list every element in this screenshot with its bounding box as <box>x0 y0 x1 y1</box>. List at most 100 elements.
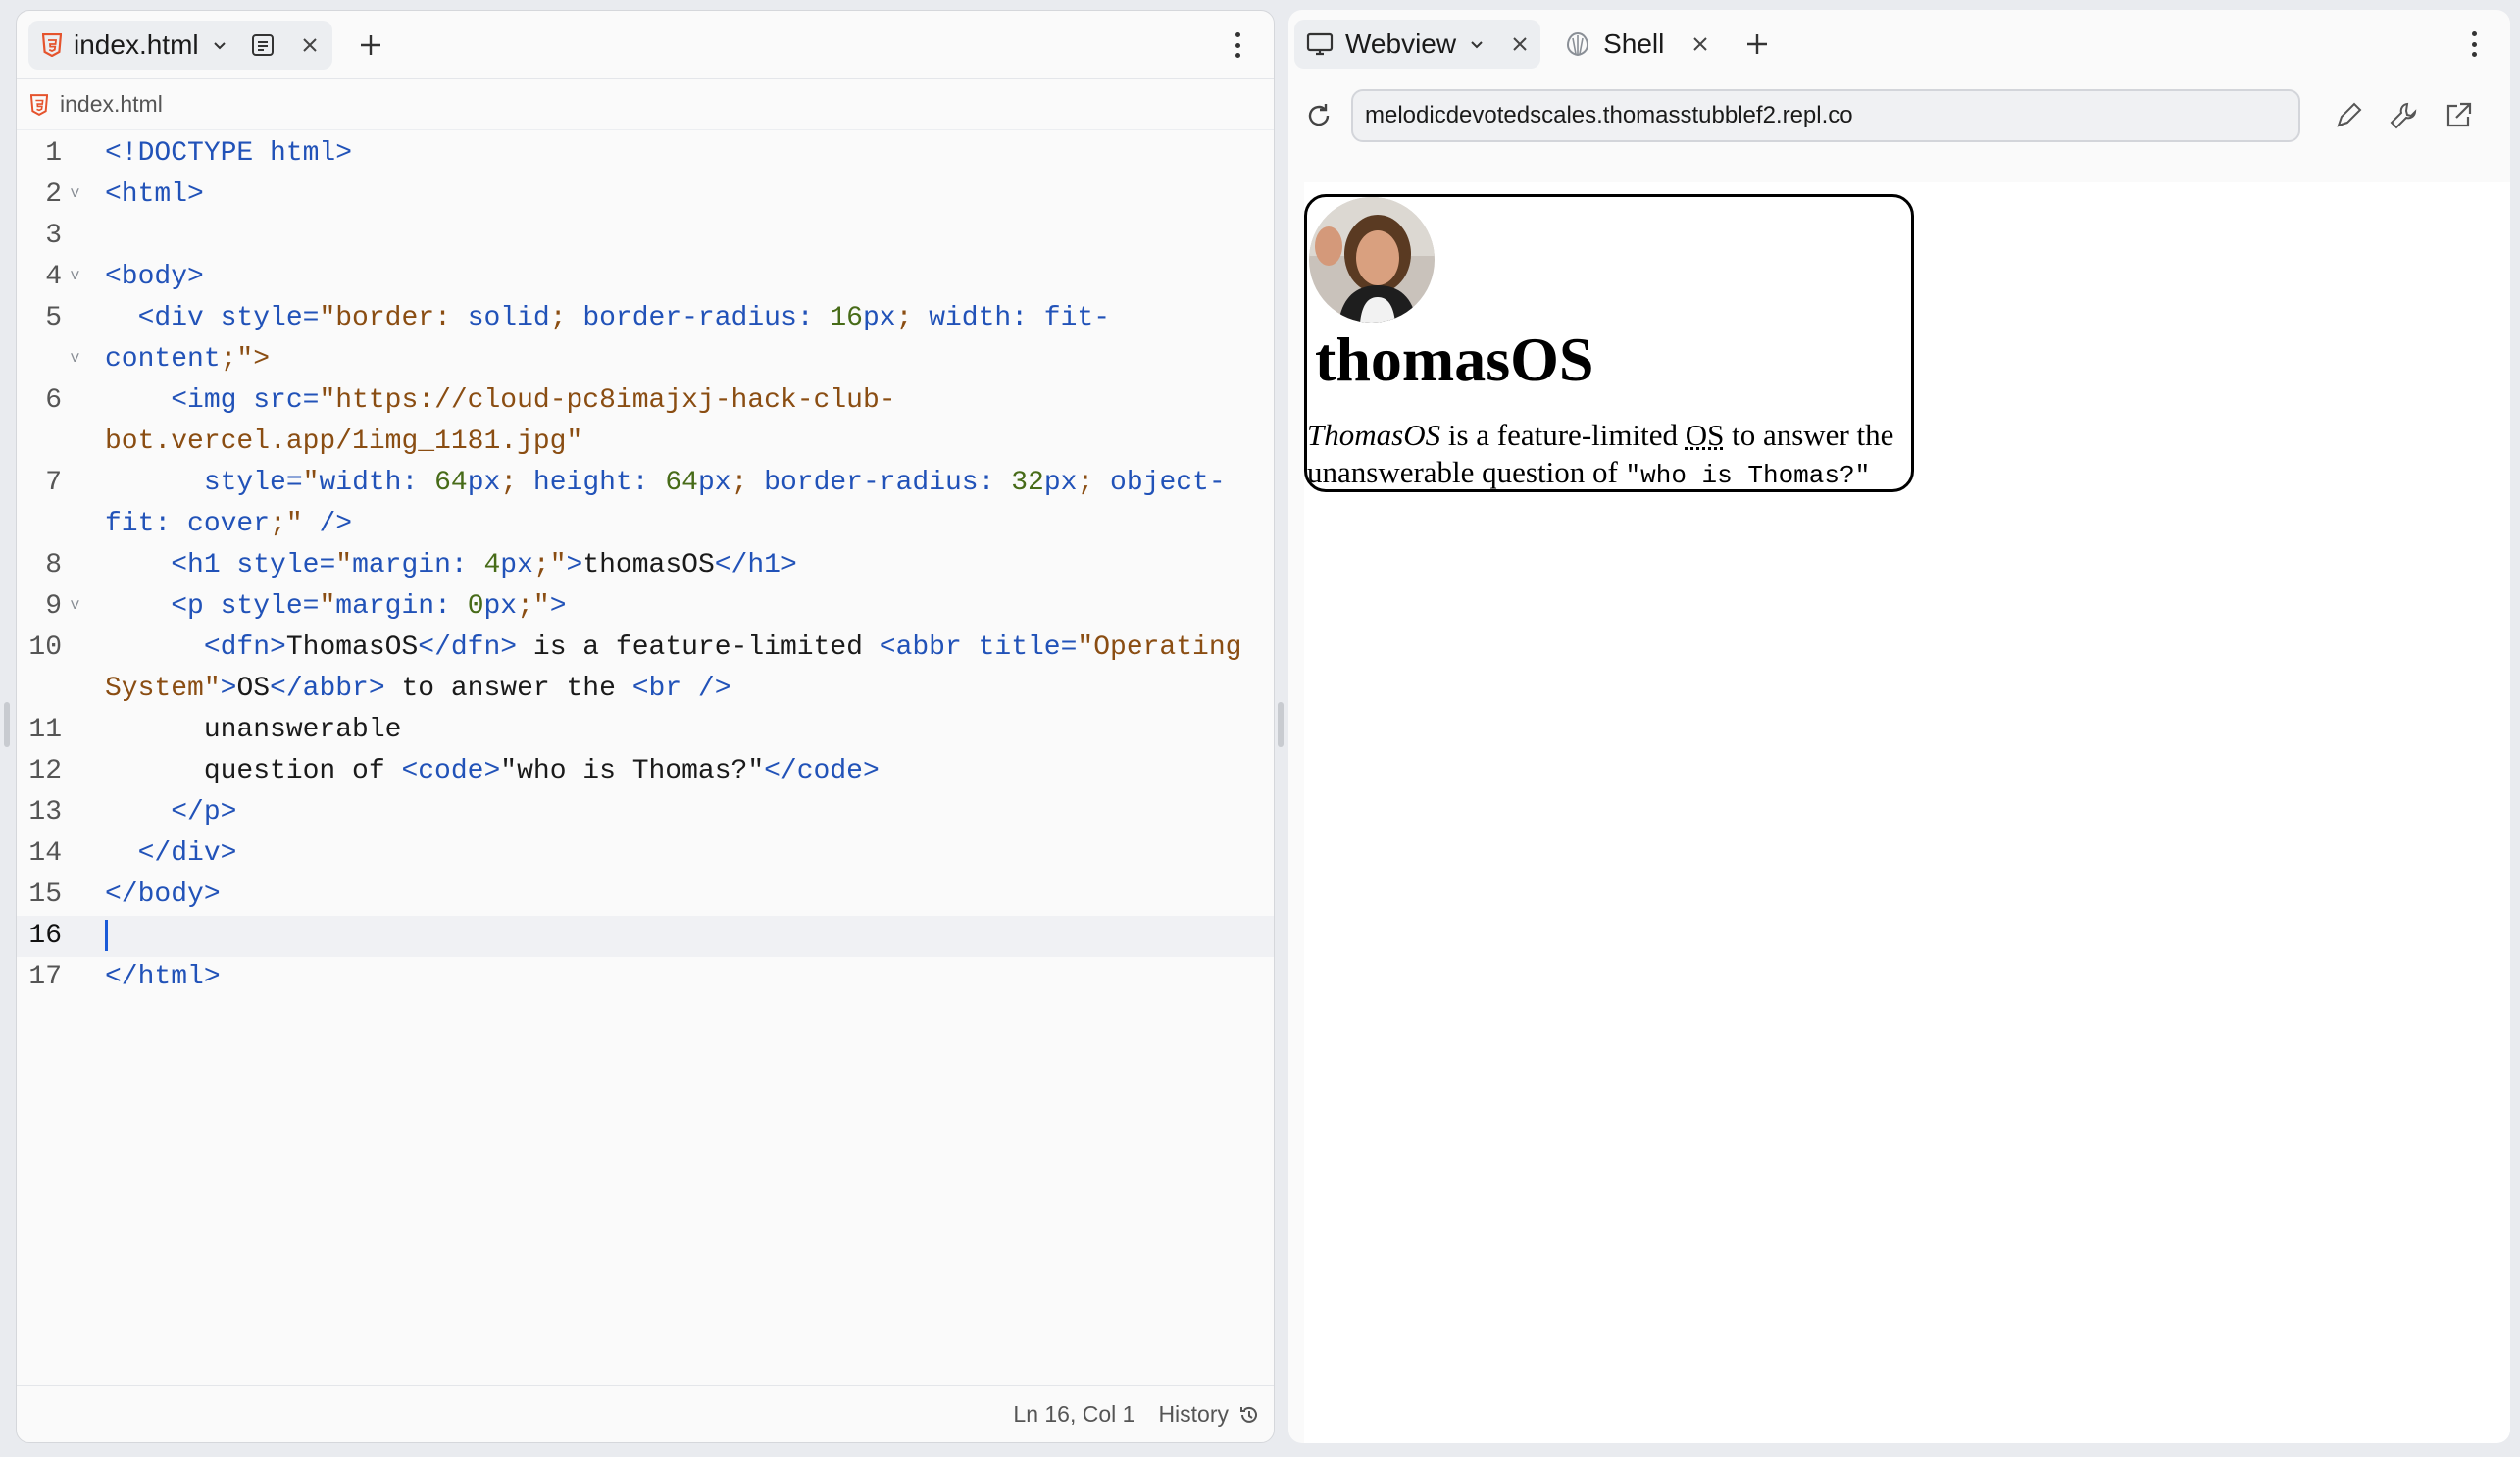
profile-card: thomasOS ThomasOS is a feature-limited O… <box>1304 194 1914 492</box>
document-outline-icon[interactable] <box>250 32 276 58</box>
code-text: <html> <box>105 179 204 210</box>
new-tab-plus-icon[interactable] <box>1744 31 1770 57</box>
code-text: <p style="margin: 0px;"> <box>171 591 567 622</box>
code-line[interactable]: 16 <box>17 916 1274 957</box>
code-line[interactable]: 4 ˅ <body> <box>17 257 1274 298</box>
code-text: </p> <box>171 797 237 828</box>
avatar <box>1309 197 1435 323</box>
line-number: 6 <box>45 385 62 416</box>
code-line[interactable]: 13 </p> <box>17 792 1274 833</box>
code-text: <div style="border: solid; border-radius… <box>137 303 1111 333</box>
code-text: bot.vercel.app/1img_1181.jpg" <box>105 427 583 457</box>
line-number: 8 <box>45 550 62 580</box>
cursor-position[interactable]: Ln 16, Col 1 <box>1013 1401 1134 1428</box>
webview-more-menu-icon[interactable] <box>2459 29 2489 59</box>
url-input[interactable] <box>1351 89 2300 142</box>
code-line[interactable]: 5 <div style="border: solid; border-radi… <box>17 298 1274 339</box>
code-line[interactable]: 14 </div> <box>17 833 1274 875</box>
line-number: 15 <box>28 879 62 910</box>
webview-page: thomasOS ThomasOS is a feature-limited O… <box>1304 182 2510 1443</box>
code-line[interactable]: 2 ˅ <html> <box>17 175 1274 216</box>
code-text: </html> <box>105 962 221 992</box>
code-line[interactable]: 1 <!DOCTYPE html> <box>17 133 1274 175</box>
code-line[interactable]: 3 <box>17 216 1274 257</box>
editor-more-menu-icon[interactable] <box>1223 30 1252 60</box>
code-text: </div> <box>137 838 237 869</box>
code-line[interactable]: ˅ content;"> <box>17 339 1274 380</box>
reload-icon[interactable] <box>1304 101 1334 130</box>
wrench-icon[interactable] <box>2389 101 2418 130</box>
code-line[interactable]: 9 ˅ <p style="margin: 0px;"> <box>17 586 1274 628</box>
code-line[interactable]: 15 </body> <box>17 875 1274 916</box>
editor-tab-index-html[interactable]: index.html <box>28 20 332 70</box>
code-line[interactable]: 8 <h1 style="margin: 4px;">thomasOS</h1> <box>17 545 1274 586</box>
code-text: <!DOCTYPE html> <box>105 138 353 169</box>
code-text: unanswerable <box>105 715 402 745</box>
code-snippet: "who is Thomas?" <box>1625 461 1871 490</box>
left-resize-handle[interactable] <box>4 702 10 747</box>
code-line[interactable]: 10 <dfn>ThomasOS</dfn> is a feature-limi… <box>17 628 1274 669</box>
pencil-icon[interactable] <box>2334 101 2363 130</box>
editor-tab-label: index.html <box>74 28 199 60</box>
code-line[interactable]: bot.vercel.app/1img_1181.jpg" <box>17 422 1274 463</box>
close-icon[interactable] <box>301 36 319 54</box>
line-number: 10 <box>28 632 62 663</box>
fold-chevron-icon[interactable]: ˅ <box>70 175 89 216</box>
tab-shell[interactable]: Shell <box>1552 20 1721 69</box>
webview-panel: Webview Shell melodicdevotedscales.thoma… <box>1288 10 2510 1443</box>
line-number: 4 <box>45 262 62 292</box>
history-button[interactable]: History <box>1158 1401 1260 1428</box>
code-text: style="width: 64px; height: 64px; border… <box>203 468 1226 498</box>
line-number: 13 <box>28 797 62 828</box>
fold-chevron-icon[interactable]: ˅ <box>70 586 89 628</box>
code-line[interactable]: 7 style="width: 64px; height: 64px; bord… <box>17 463 1274 504</box>
text-caret <box>105 919 108 951</box>
code-text: content;"> <box>105 344 271 375</box>
line-number: 2 <box>45 179 62 210</box>
code-line[interactable]: 17 </html> <box>17 957 1274 998</box>
fold-chevron-icon[interactable]: ˅ <box>70 339 89 380</box>
shell-icon <box>1564 30 1591 58</box>
abbreviation-os[interactable]: OS <box>1686 418 1725 452</box>
line-number: 12 <box>28 756 62 786</box>
panel-resize-handle[interactable] <box>1278 702 1284 747</box>
code-text: <h1 style="margin: 4px;">thomasOS</h1> <box>171 550 797 580</box>
history-icon <box>1238 1404 1260 1426</box>
line-number: 9 <box>45 591 62 622</box>
line-number: 1 <box>45 138 62 169</box>
line-number: 17 <box>28 962 62 992</box>
tab-webview-label: Webview <box>1345 28 1457 59</box>
line-number: 7 <box>45 468 62 498</box>
description-text-2: to answer the <box>1724 418 1894 452</box>
code-text: <img src="https://cloud-pc8imajxj-hack-c… <box>171 385 896 416</box>
monitor-icon <box>1306 32 1334 56</box>
line-number: 11 <box>28 715 62 745</box>
line-number: 16 <box>28 921 62 951</box>
code-text: </body> <box>105 879 221 910</box>
history-label: History <box>1158 1401 1229 1427</box>
new-tab-plus-icon[interactable] <box>358 32 383 58</box>
chevron-down-icon[interactable] <box>211 36 228 54</box>
editor-panel: index.html index.html 1 <!DOCTYPE html> 2 ˅… <box>16 10 1275 1443</box>
description-text-1: is a feature-limited <box>1440 418 1686 452</box>
close-icon[interactable] <box>1511 35 1529 53</box>
code-text: fit: cover;" /> <box>105 509 353 539</box>
chevron-down-icon[interactable] <box>1468 35 1486 53</box>
external-link-icon[interactable] <box>2444 101 2473 130</box>
webview-tabbar: Webview Shell <box>1288 10 2510 78</box>
webview-url-row <box>1288 78 2510 153</box>
code-line[interactable]: System">OS</abbr> to answer the <br /> <box>17 669 1274 710</box>
tab-webview[interactable]: Webview <box>1294 20 1541 69</box>
line-number: 14 <box>28 838 62 869</box>
page-heading: thomasOS <box>1315 325 1594 394</box>
code-line[interactable]: fit: cover;" /> <box>17 504 1274 545</box>
code-line[interactable]: 11 unanswerable <box>17 710 1274 751</box>
close-icon[interactable] <box>1691 35 1709 53</box>
code-editor[interactable]: 1 <!DOCTYPE html> 2 ˅ <html> 3 4 ˅ <body> 5 <div … <box>17 133 1274 1385</box>
fold-chevron-icon[interactable]: ˅ <box>70 257 89 298</box>
code-line[interactable]: 6 <img src="https://cloud-pc8imajxj-hack… <box>17 380 1274 422</box>
code-text: <dfn>ThomasOS</dfn> is a feature-limited… <box>203 632 1242 663</box>
line-number: 5 <box>45 303 62 333</box>
code-line[interactable]: 12 question of <code>"who is Thomas?"</c… <box>17 751 1274 792</box>
breadcrumb-file[interactable]: index.html <box>60 91 163 118</box>
